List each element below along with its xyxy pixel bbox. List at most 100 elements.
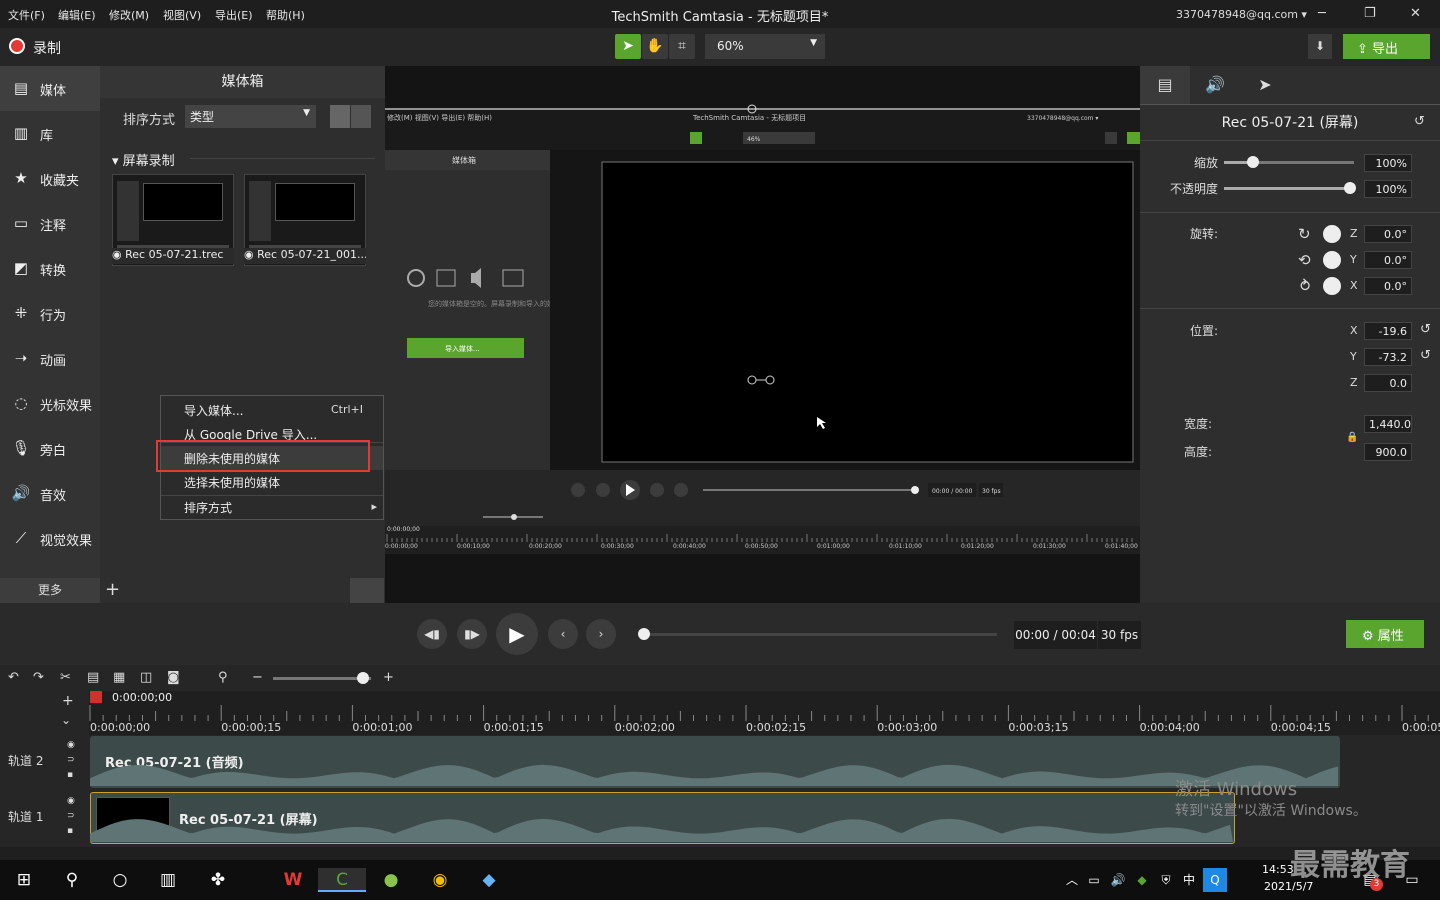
rotation-x-field[interactable]: 0.0° (1364, 277, 1412, 295)
menu-item-sort-by[interactable]: 排序方式 ▸ (161, 495, 383, 519)
sidebar-item-narration[interactable]: 🎙 旁白 (0, 426, 100, 471)
section-header[interactable]: ▾ 屏幕录制 (112, 150, 175, 169)
zoom-out-icon[interactable]: − (252, 670, 263, 685)
wps-icon[interactable]: W (279, 868, 307, 892)
zoom-select[interactable]: 60% ▼ (705, 34, 825, 59)
timeline-scroll[interactable] (0, 847, 1440, 860)
pinwheel-app-icon[interactable]: ✤ (204, 868, 232, 892)
close-icon[interactable]: ✕ (1410, 6, 1421, 21)
magnet-icon[interactable]: ⊃ (67, 811, 75, 821)
restore-icon[interactable]: ❐ (1364, 6, 1376, 21)
reset-icon[interactable]: ↺ (1414, 114, 1425, 129)
redo-icon[interactable]: ↷ (33, 670, 44, 685)
sidebar-item-audio-effects[interactable]: 🔊 音效 (0, 471, 100, 516)
prev-marker-icon[interactable]: ‹ (548, 619, 578, 649)
rotation-y-field[interactable]: 0.0° (1364, 251, 1412, 269)
more-button[interactable]: 更多 (0, 578, 100, 603)
rewind-icon[interactable]: ◀▮ (417, 619, 447, 649)
editor-app-icon[interactable]: ◆ (475, 868, 503, 892)
menu-export[interactable]: 导出(E) (215, 7, 253, 23)
scale-field[interactable]: 100% (1364, 154, 1412, 172)
zoom-icon[interactable]: ⚲ (218, 670, 228, 685)
menu-item-import-media[interactable]: 导入媒体... Ctrl+I (161, 398, 383, 422)
chrome-icon[interactable]: ◉ (426, 868, 454, 892)
record-icon[interactable] (9, 38, 25, 54)
sidebar-item-transitions[interactable]: ◩ 转换 (0, 246, 100, 291)
tab-visual-properties[interactable]: ▤ (1140, 66, 1190, 104)
sort-select[interactable]: 类型 ▼ (185, 105, 316, 128)
menu-help[interactable]: 帮助(H) (266, 7, 305, 23)
eye-icon[interactable]: ◉ (67, 740, 75, 750)
timeline-zoom-knob[interactable] (357, 672, 369, 684)
position-z-field[interactable]: 0.0 (1364, 374, 1412, 392)
next-marker-icon[interactable]: › (586, 619, 616, 649)
list-view-icon[interactable] (351, 105, 371, 128)
rotate-z-dial[interactable] (1323, 225, 1341, 243)
sidebar-item-visual-effects[interactable]: ⟋ 视觉效果 (0, 516, 100, 561)
detail-view-icon[interactable] (330, 105, 350, 128)
copy-icon[interactable]: ▤ (87, 670, 99, 685)
scale-slider-knob[interactable] (1247, 156, 1259, 168)
rotate-y-dial[interactable] (1323, 251, 1341, 269)
search-icon[interactable]: ⚲ (58, 868, 86, 892)
width-field[interactable]: 1,440.0 (1364, 415, 1412, 433)
play-icon[interactable]: ▶ (496, 613, 538, 655)
tab-audio-properties[interactable]: 🔊 (1190, 66, 1240, 104)
opacity-field[interactable]: 100% (1364, 180, 1412, 198)
scrubber-knob[interactable] (638, 628, 650, 640)
step-back-icon[interactable]: ▮▶ (457, 619, 487, 649)
opacity-slider-knob[interactable] (1344, 182, 1356, 194)
account-menu[interactable]: 3370478948@qq.com ▾ (1176, 8, 1307, 21)
height-field[interactable]: 900.0 (1364, 443, 1412, 461)
sidebar-item-cursor-effects[interactable]: ◌ 光标效果 (0, 381, 100, 426)
green-app-icon[interactable]: ● (377, 868, 405, 892)
menu-item-select-unused[interactable]: 选择未使用的媒体 (161, 470, 383, 494)
sidebar-item-media[interactable]: ▤ 媒体 (0, 66, 100, 111)
timeline-ruler[interactable]: + ⌄ 0:00:00;00 0:00:00;00 0:00:00;15 0:00:… (0, 691, 1440, 735)
download-icon[interactable]: ⬇ (1308, 34, 1332, 59)
task-view-icon[interactable]: ▥ (154, 868, 182, 892)
position-x-field[interactable]: -19.6 (1364, 322, 1412, 340)
add-icon[interactable]: + (105, 581, 121, 599)
ime-indicator[interactable]: 中 (1175, 868, 1203, 892)
cut-icon[interactable]: ✂ (60, 670, 71, 685)
canvas-area[interactable]: 修改(M) 视图(V) 导出(E) 帮助(H) TechSmith Camtas… (385, 66, 1140, 603)
scale-slider[interactable] (1254, 161, 1354, 164)
select-tool-icon[interactable]: ➤ (615, 34, 641, 59)
pan-tool-icon[interactable]: ✋ (642, 34, 668, 59)
zoom-in-icon[interactable]: + (383, 670, 394, 685)
menu-modify[interactable]: 修改(M) (109, 7, 149, 23)
tab-cursor-properties[interactable]: ➤ (1240, 66, 1290, 104)
rotation-z-field[interactable]: 0.0° (1364, 225, 1412, 243)
grid-view-icon[interactable] (350, 578, 384, 603)
opacity-slider[interactable] (1224, 187, 1354, 190)
reset-icon[interactable]: ↺ (1420, 348, 1431, 363)
undo-icon[interactable]: ↶ (8, 670, 19, 685)
eye-icon[interactable]: ◉ (67, 796, 75, 806)
lock-icon[interactable]: 🔒 (1346, 432, 1358, 443)
rotate-x-dial[interactable] (1323, 277, 1341, 295)
position-y-field[interactable]: -73.2 (1364, 348, 1412, 366)
lock-icon[interactable]: ▪ (67, 770, 73, 780)
crop-tool-icon[interactable]: ⌗ (669, 34, 695, 59)
menu-view[interactable]: 视图(V) (163, 7, 201, 23)
cortana-icon[interactable]: ○ (106, 868, 134, 892)
camtasia-icon[interactable]: C (318, 868, 366, 892)
clock-time[interactable]: 14:53 (1262, 863, 1294, 876)
reset-icon[interactable]: ↺ (1420, 322, 1431, 337)
sidebar-item-animations[interactable]: ➝ 动画 (0, 336, 100, 381)
sidebar-item-library[interactable]: ▥ 库 (0, 111, 100, 156)
sidebar-item-behaviors[interactable]: ⁜ 行为 (0, 291, 100, 336)
properties-button[interactable]: ⚙ 属性 (1346, 620, 1424, 648)
camera-icon[interactable]: ◙ (167, 670, 180, 685)
windows-start-icon[interactable]: ⊞ (10, 868, 38, 892)
split-icon[interactable]: ◫ (140, 670, 152, 685)
minimize-icon[interactable]: ─ (1318, 6, 1326, 21)
lock-icon[interactable]: ▪ (67, 826, 73, 836)
magnet-icon[interactable]: ⊃ (67, 755, 75, 765)
scrubber[interactable] (640, 633, 997, 636)
sidebar-item-favorites[interactable]: ★ 收藏夹 (0, 156, 100, 201)
menu-file[interactable]: 文件(F) (8, 7, 45, 23)
record-button[interactable]: 录制 (33, 38, 61, 58)
menu-edit[interactable]: 编辑(E) (58, 7, 96, 23)
